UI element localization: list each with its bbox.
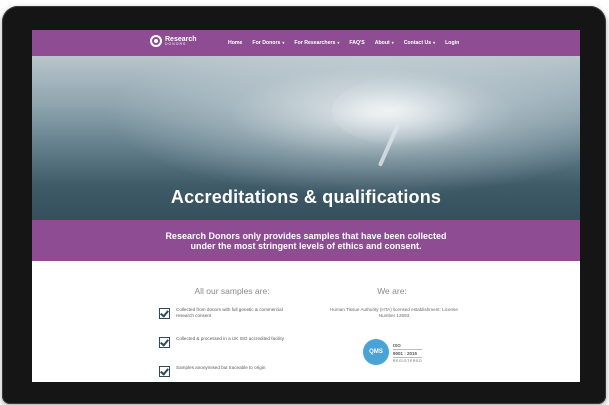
nav-item-for-researchers[interactable]: For Researchers ▾: [294, 40, 339, 46]
ethics-statement-band: Research Donors only provides samples th…: [32, 220, 580, 261]
checkbox-checked-icon: [159, 337, 170, 348]
iso-label: ISO: [393, 343, 401, 348]
we-are-heading: We are:: [377, 286, 407, 296]
website-screen: Research DONORS Home For Donors ▾ For Res…: [32, 30, 580, 382]
logo-text: Research DONORS: [165, 36, 197, 47]
iso-certification-badge: ISO 9001 : 2015 REGISTERED: [393, 343, 423, 364]
nav-item-faqs[interactable]: FAQ'S: [349, 40, 364, 46]
checkbox-checked-icon: [159, 308, 170, 319]
nav-item-contact-us-label: Contact Us: [403, 40, 432, 46]
nav-item-contact-us[interactable]: Contact Us ▾: [404, 40, 435, 46]
nav-item-for-donors-label: For Donors: [252, 40, 281, 46]
hero-banner: Accreditations & qualifications: [32, 56, 580, 220]
nav-item-about[interactable]: About ▾: [375, 40, 394, 46]
nav-item-for-donors[interactable]: For Donors ▾: [252, 40, 284, 46]
samples-heading: All our samples are:: [194, 286, 270, 296]
hero-title: Accreditations & qualifications: [170, 187, 442, 207]
ethics-statement-line-2: under the most stringent levels of ethic…: [190, 240, 422, 251]
main-menu: Home For Donors ▾ For Researchers ▾ FAQ'S …: [228, 30, 459, 56]
sample-criteria-text: Collected from donors with full genetic …: [176, 307, 283, 318]
nav-item-faqs-label: FAQ'S: [349, 40, 365, 46]
nav-item-home-label: Home: [228, 40, 243, 46]
logo-sub-text: DONORS: [165, 41, 187, 46]
iso-registered-label: REGISTERED: [393, 359, 423, 363]
chevron-down-icon: ▾: [391, 40, 394, 45]
sample-criteria-item: Samples anonymised but traceable to orig…: [159, 365, 296, 377]
nav-item-login[interactable]: Login: [445, 40, 459, 46]
nav-item-login-label: Login: [445, 40, 460, 46]
laptop-frame: Research DONORS Home For Donors ▾ For Res…: [2, 6, 606, 404]
sample-criteria-item: Collected from donors with full genetic …: [159, 307, 296, 319]
sample-criteria-text: Collected & processed in a UK ISO accred…: [176, 336, 285, 341]
sample-criteria-item: Collected & processed in a UK ISO accred…: [159, 336, 296, 348]
qms-logo-label: QMS: [369, 349, 383, 355]
iso-standard-number: 9001 : 2015: [393, 349, 423, 358]
sample-criteria-text: Samples anonymised but traceable to orig…: [176, 365, 266, 370]
checkbox-checked-icon: [159, 366, 170, 377]
nav-item-about-label: About: [374, 40, 390, 46]
chevron-down-icon: ▾: [282, 40, 285, 45]
logo-icon: [150, 35, 162, 47]
chevron-down-icon: ▾: [433, 40, 436, 45]
hta-license-text: Human Tissue Authority (HTA) licensed es…: [330, 307, 458, 318]
nav-item-for-researchers-label: For Researchers: [294, 40, 336, 46]
accreditations-content: All our samples are: Collected from dono…: [32, 261, 580, 382]
qms-logo: QMS: [363, 339, 389, 365]
hero-background-hand-image: [332, 76, 482, 146]
chevron-down-icon: ▾: [337, 40, 340, 45]
nav-item-home[interactable]: Home: [228, 40, 242, 46]
top-navigation-bar: Research DONORS Home For Donors ▾ For Res…: [32, 30, 580, 56]
site-logo[interactable]: Research DONORS: [150, 35, 197, 47]
ethics-statement-line-1: Research Donors only provides samples th…: [165, 230, 447, 241]
